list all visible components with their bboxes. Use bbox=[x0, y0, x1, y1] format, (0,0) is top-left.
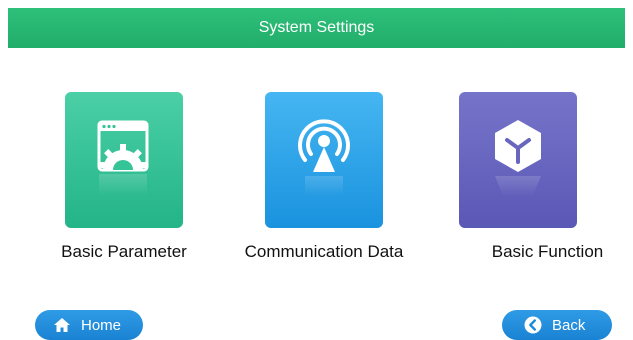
basic-function-label: Basic Function bbox=[491, 242, 604, 261]
back-button[interactable]: Back bbox=[502, 310, 612, 340]
communication-data-tile[interactable] bbox=[265, 92, 383, 228]
basic-parameter-tile[interactable] bbox=[65, 92, 183, 228]
home-button[interactable]: Home bbox=[35, 310, 143, 340]
basic-parameter-label: Basic Parameter bbox=[61, 242, 187, 261]
page-title: System Settings bbox=[258, 19, 375, 36]
title-bar: System Settings bbox=[8, 8, 625, 48]
back-button-label: Back bbox=[552, 316, 586, 334]
y-cube-icon bbox=[459, 92, 577, 228]
communication-data-label: Communication Data bbox=[244, 242, 404, 261]
basic-function-tile[interactable] bbox=[459, 92, 577, 228]
settings-window-gear-icon bbox=[65, 92, 183, 228]
signal-broadcast-icon bbox=[265, 92, 383, 228]
back-arrow-icon bbox=[524, 316, 542, 334]
home-icon bbox=[53, 316, 71, 334]
home-button-label: Home bbox=[81, 316, 122, 334]
